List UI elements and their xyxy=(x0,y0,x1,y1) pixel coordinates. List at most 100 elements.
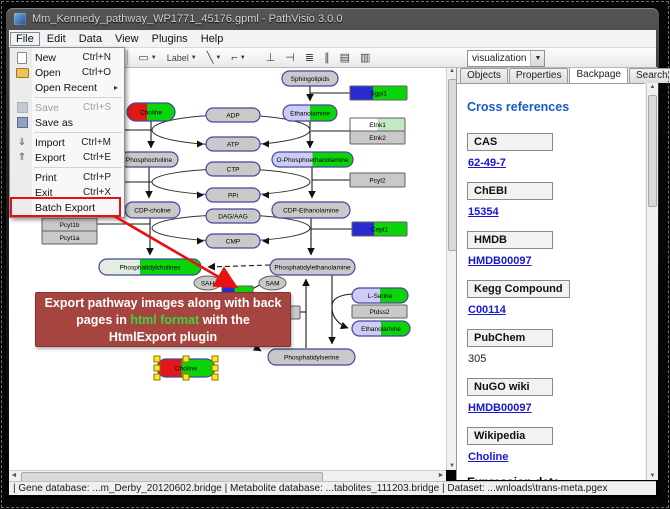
node-sam[interactable]: SAM xyxy=(259,276,286,290)
xref-link-cas[interactable]: 62-49-7 xyxy=(468,157,506,169)
node-ethanolamine-lower[interactable]: Ethanolamine xyxy=(352,321,410,336)
scroll-down-icon[interactable]: ▼ xyxy=(647,473,658,479)
node-cdp-ethanolamine[interactable]: CDP-Ethanolamine xyxy=(272,202,350,218)
selection-handle[interactable] xyxy=(154,374,160,380)
tab-search[interactable]: Search xyxy=(629,68,670,83)
xref-link-wikipedia[interactable]: Choline xyxy=(468,451,508,463)
file-menu-item-exit[interactable]: ExitCtrl+X xyxy=(10,185,124,200)
xref-title-hmdb: HMDB xyxy=(467,231,553,249)
node-cdp-choline[interactable]: CDP-choline xyxy=(125,202,180,218)
chevron-down-icon[interactable]: ▼ xyxy=(151,55,157,61)
node-l-serine[interactable]: L-Serine xyxy=(352,288,408,303)
xref-link-chebi[interactable]: 15354 xyxy=(468,206,499,218)
menu-help[interactable]: Help xyxy=(195,32,230,46)
file-menu-item-save[interactable]: SaveCtrl+S xyxy=(10,100,124,115)
datanode-tool-icon[interactable]: ▭▼ xyxy=(134,49,160,67)
pathway-edge[interactable] xyxy=(332,294,352,306)
align-center-y-icon[interactable]: ⊣ xyxy=(281,49,299,67)
node-label: Sphingolipids xyxy=(291,76,330,83)
menu-plugins[interactable]: Plugins xyxy=(146,32,194,46)
distribute-vertical-icon[interactable]: ∥ xyxy=(320,49,334,67)
line-tool-icon[interactable]: ╲▼ xyxy=(203,49,226,67)
title-bar[interactable]: Mm_Kennedy_pathway_WP1771_45176.gpml - P… xyxy=(6,8,659,30)
callout-line1: Export pathway images along with back xyxy=(36,295,290,312)
node-pcyt1a[interactable]: Pcyt1a xyxy=(42,231,97,244)
node-cmp[interactable]: CMP xyxy=(206,234,260,248)
selection-handle[interactable] xyxy=(154,356,160,362)
menu-edit[interactable]: Edit xyxy=(41,32,72,46)
node-label: Cept1 xyxy=(371,226,389,233)
file-menu-item-export[interactable]: ⇑ExportCtrl+E xyxy=(10,150,124,165)
datanode-tool-icon: ▭ xyxy=(138,51,148,65)
xref-link-nugo-wiki[interactable]: HMDB00097 xyxy=(468,402,532,414)
chevron-down-icon[interactable]: ▼ xyxy=(191,55,197,61)
node-sah[interactable]: SAH xyxy=(194,276,221,290)
file-menu-item-open[interactable]: OpenCtrl+O xyxy=(10,65,124,80)
scroll-right-icon[interactable]: ► xyxy=(436,472,446,479)
chevron-down-icon[interactable]: ▼ xyxy=(240,55,246,61)
tab-backpage[interactable]: Backpage xyxy=(569,67,627,83)
selection-handle[interactable] xyxy=(212,365,218,371)
xref-link-hmdb[interactable]: HMDB00097 xyxy=(468,255,532,267)
stack-vertical-icon[interactable]: ▥ xyxy=(356,49,374,67)
chevron-down-icon[interactable]: ▼ xyxy=(215,55,221,61)
node-phosphatidylethanolamine[interactable]: Phosphatidylethanolamine xyxy=(270,259,355,275)
pathway-edge[interactable] xyxy=(208,265,270,267)
v-scroll-thumb[interactable] xyxy=(648,95,657,207)
node-phosphatidylcholines[interactable]: Phosphatidylcholines xyxy=(99,259,201,275)
menu-file[interactable]: File xyxy=(10,32,40,46)
chevron-down-icon[interactable]: ▼ xyxy=(530,51,544,66)
selection-handle[interactable] xyxy=(212,374,218,380)
menu-view[interactable]: View xyxy=(109,32,145,46)
file-menu-item-import[interactable]: ⇓ImportCtrl+M xyxy=(10,135,124,150)
node-pcyt1b[interactable]: Pcyt1b xyxy=(42,218,97,231)
stack-horizontal-icon[interactable]: ▤ xyxy=(336,49,354,67)
tab-objects[interactable]: Objects xyxy=(460,68,508,83)
node-phosphatidylserine[interactable]: Phosphatidylserine xyxy=(268,349,355,365)
selection-handle[interactable] xyxy=(212,356,218,362)
connector-tool-icon[interactable]: ⌐▼ xyxy=(227,49,249,67)
node-choline-selected[interactable]: Choline xyxy=(154,356,218,380)
selection-handle[interactable] xyxy=(154,365,160,371)
menu-item-label: Export xyxy=(32,152,83,164)
node-o-phosphoethanolamine[interactable]: O-Phosphoethanolamine xyxy=(272,152,353,167)
node-dag-aag[interactable]: DAG/AAG xyxy=(206,209,260,223)
node-label: DAG/AAG xyxy=(218,213,248,220)
visualization-combobox[interactable]: visualization ▼ xyxy=(467,50,545,67)
xref-link-kegg-compound[interactable]: C00114 xyxy=(468,304,506,316)
menu-separator xyxy=(34,132,122,133)
node-choline[interactable]: Choline xyxy=(127,103,175,121)
menu-data[interactable]: Data xyxy=(73,32,108,46)
node-adp[interactable]: ADP xyxy=(206,108,260,122)
scroll-up-icon[interactable]: ▲ xyxy=(647,84,658,90)
file-menu-item-open-recent[interactable]: Open Recent▸ xyxy=(10,80,124,95)
panel-v-scrollbar[interactable]: ▲ ▼ xyxy=(646,83,658,480)
tab-properties[interactable]: Properties xyxy=(509,68,569,83)
distribute-horizontal-icon[interactable]: ≣ xyxy=(301,49,318,67)
node-etnk1[interactable]: Etnk1 xyxy=(350,118,405,131)
crossref-heading: Cross references xyxy=(467,100,645,114)
node-ethanolamine[interactable]: Ethanolamine xyxy=(283,105,337,121)
node-atp[interactable]: ATP xyxy=(206,137,260,151)
align-center-x-icon[interactable]: ⊥ xyxy=(262,49,280,67)
node-ctp[interactable]: CTP xyxy=(206,162,260,176)
node-sgpl1[interactable]: Sgpl1 xyxy=(350,86,407,100)
scroll-left-icon[interactable]: ◄ xyxy=(9,472,19,479)
node-label: Etnk2 xyxy=(369,135,386,142)
label-tool-icon[interactable]: Label▼ xyxy=(163,49,201,67)
pathway-edge[interactable] xyxy=(332,308,348,328)
node-sphingolipids[interactable]: Sphingolipids xyxy=(282,71,338,86)
distribute-vertical-icon: ∥ xyxy=(324,51,330,65)
file-menu-item-new[interactable]: NewCtrl+N xyxy=(10,50,124,65)
selection-handle[interactable] xyxy=(183,374,189,380)
node-ptdss2[interactable]: Ptdss2 xyxy=(352,305,407,318)
file-menu-item-save-as[interactable]: Save as xyxy=(10,115,124,130)
node-pcyt2[interactable]: Pcyt2 xyxy=(350,173,405,187)
node-cept1[interactable]: Cept1 xyxy=(352,222,407,236)
file-menu-item-print[interactable]: PrintCtrl+P xyxy=(10,170,124,185)
node-ppi[interactable]: PPi xyxy=(206,188,260,202)
node-etnk2[interactable]: Etnk2 xyxy=(350,131,405,144)
selection-handle[interactable] xyxy=(183,356,189,362)
file-menu-item-batch-export[interactable]: Batch Export xyxy=(10,200,124,215)
node-phosphocholine[interactable]: Phosphocholine xyxy=(120,152,178,167)
